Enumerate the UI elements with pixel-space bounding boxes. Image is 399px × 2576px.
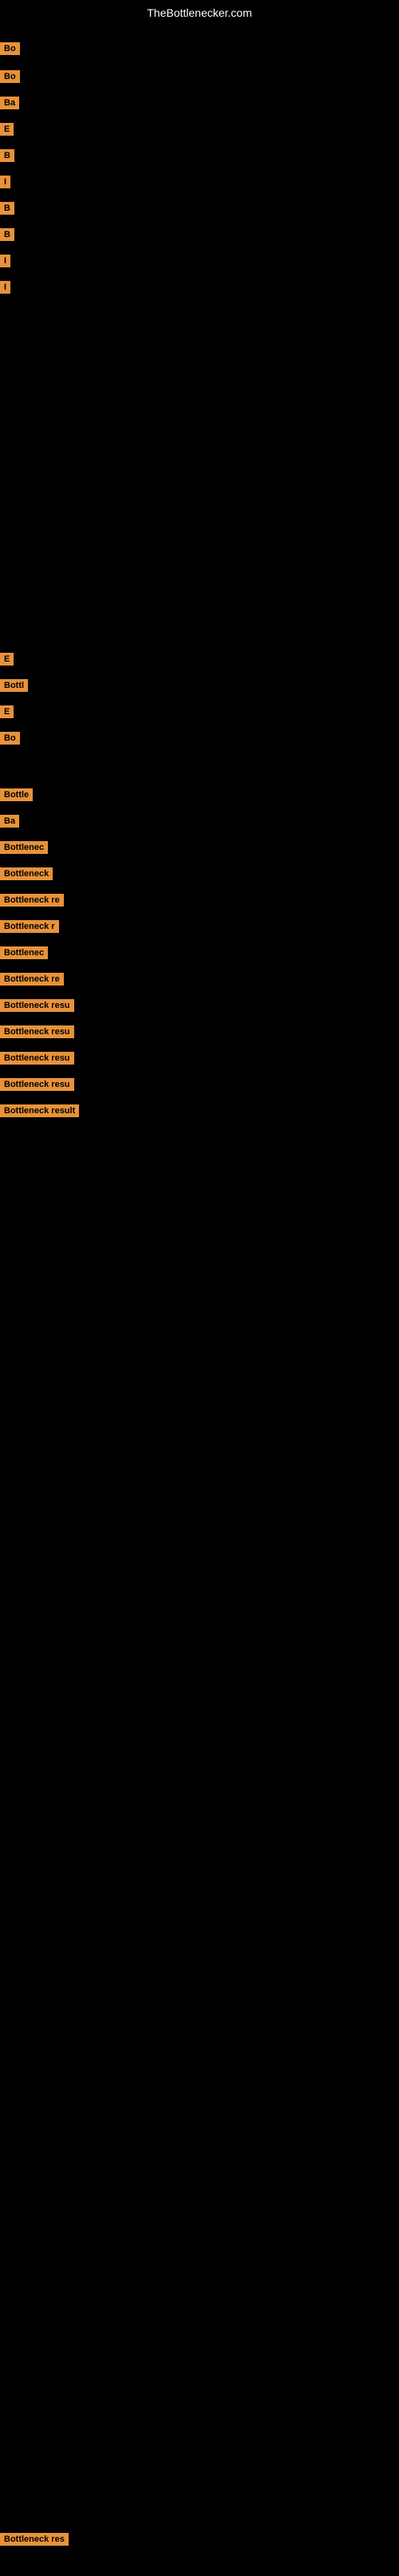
badge-item: E (0, 123, 14, 136)
badge-item: Bottlenec (0, 946, 48, 959)
badge-item: E (0, 705, 14, 718)
badge-item: Bottl (0, 679, 28, 692)
badge-item: Bottleneck (0, 867, 53, 880)
badge-item: Bottleneck re (0, 894, 64, 907)
badge-item: I (0, 176, 10, 188)
badge-item: Ba (0, 97, 19, 109)
badge-item: Bo (0, 70, 20, 83)
badge-item: Bottleneck resu (0, 1052, 74, 1065)
badge-item: Bottleneck r (0, 920, 59, 933)
badge-item: B (0, 149, 14, 162)
badge-item: Bo (0, 42, 20, 55)
site-title: TheBottlenecker.com (0, 0, 399, 22)
badge-item: Bo (0, 732, 20, 745)
badge-item: E (0, 653, 14, 666)
badge-item: I (0, 255, 10, 267)
badge-item: Bottleneck resu (0, 999, 74, 1012)
badge-item: Bottleneck re (0, 973, 64, 986)
badge-item: Bottleneck resu (0, 1078, 74, 1091)
badge-item: Bottlenec (0, 841, 48, 854)
badge-item: B (0, 228, 14, 241)
badge-item: Bottleneck res (0, 2533, 69, 2546)
badge-item: Ba (0, 815, 19, 828)
badge-item: Bottleneck resu (0, 1025, 74, 1038)
badge-item: Bottle (0, 788, 33, 801)
badge-item: I (0, 281, 10, 294)
badge-item: Bottleneck result (0, 1104, 79, 1117)
badge-item: B (0, 202, 14, 215)
